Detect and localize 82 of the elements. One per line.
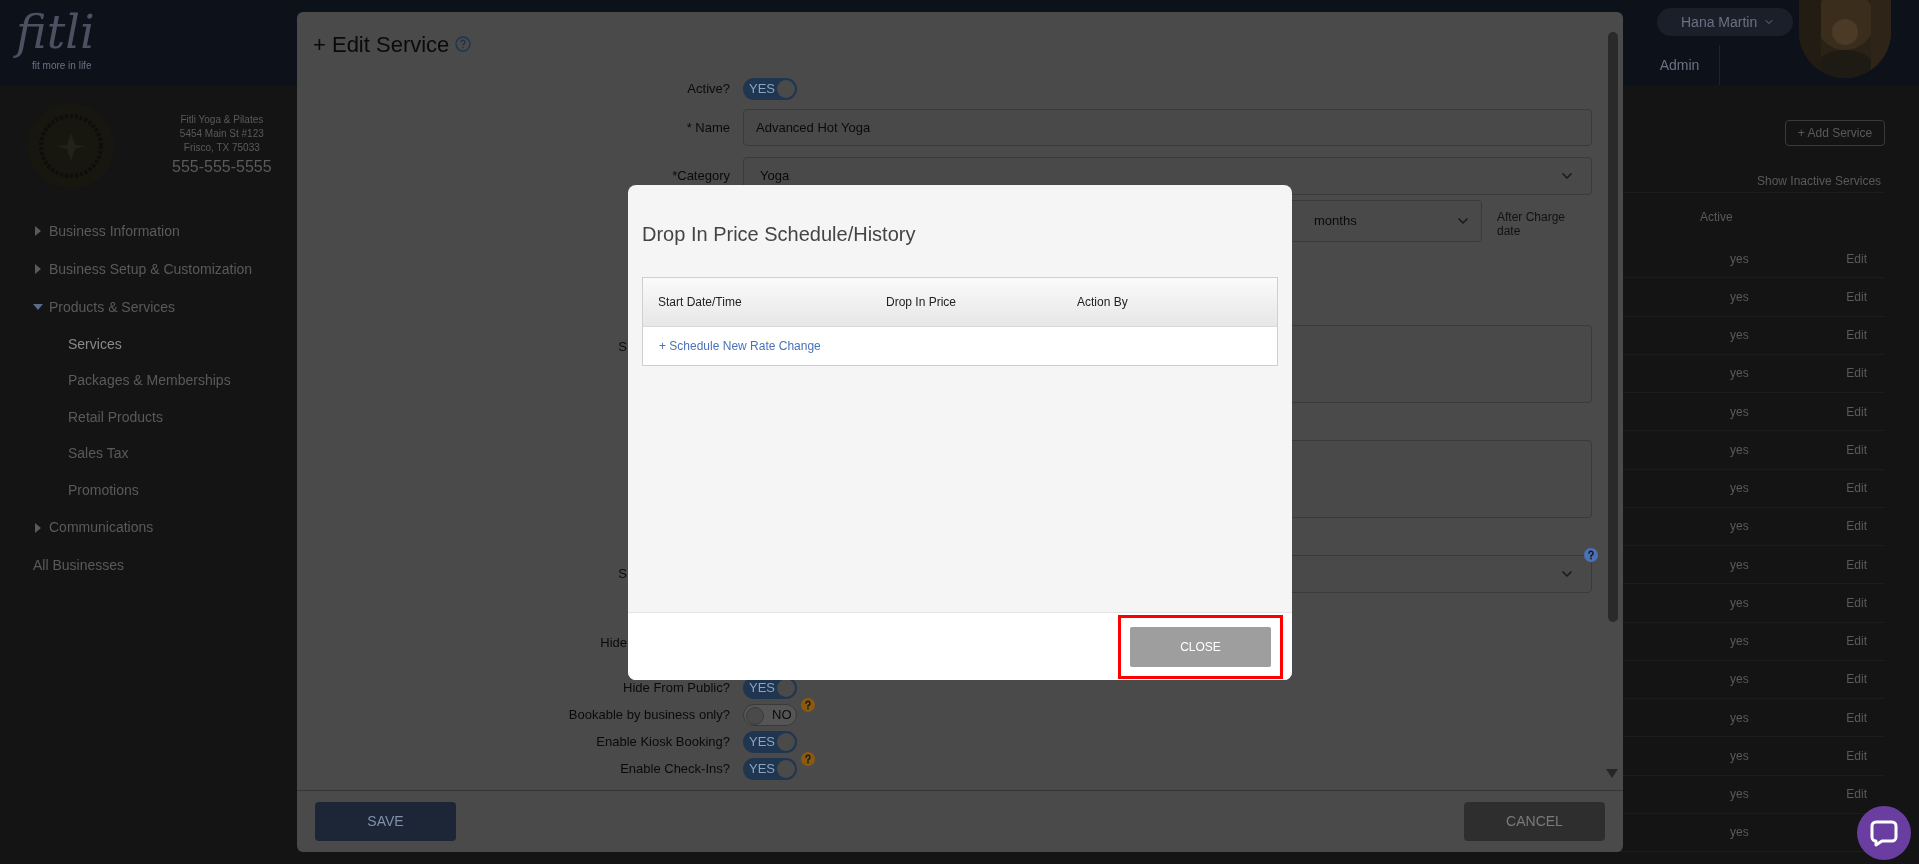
add-service-button[interactable]: + Add Service	[1785, 120, 1885, 146]
field-label: Active?	[687, 79, 730, 98]
table-cell-text: yes	[1730, 747, 1749, 765]
table-cell-text: yes	[1730, 288, 1749, 306]
column-header: Start Date/Time	[658, 294, 743, 311]
save-button[interactable]: SAVE	[315, 802, 456, 841]
field-label: S	[618, 565, 627, 584]
field-label: *Category	[672, 167, 730, 186]
toggle-switch[interactable]: YES	[743, 77, 797, 100]
table-cell-text: yes	[1730, 556, 1749, 574]
dialog-title: Drop In Price Schedule/History	[642, 222, 916, 247]
business-info: 5454 Main St #123	[179, 127, 264, 141]
edit-link[interactable]: Edit	[1846, 708, 1867, 727]
edit-link[interactable]: Edit	[1846, 364, 1867, 383]
help-icon[interactable]	[1584, 548, 1598, 562]
edit-link[interactable]: Edit	[1846, 555, 1867, 574]
edit-link[interactable]: Edit	[1846, 326, 1867, 345]
sidebar-subitem[interactable]: Retail Products	[33, 399, 253, 436]
field-label: Bookable by business only?	[568, 705, 730, 724]
business-info: Fitli Yoga & Pilates	[180, 113, 264, 127]
cancel-button[interactable]: CANCEL	[1464, 802, 1605, 841]
column-header: Active	[1700, 208, 1733, 226]
chat-bubble-icon	[1870, 819, 1898, 847]
table-cell-text: yes	[1730, 633, 1749, 651]
sidebar-item[interactable]: Communications	[49, 517, 154, 538]
toggle-switch[interactable]: YES	[743, 757, 797, 780]
table-cell-text: yes	[1730, 786, 1749, 804]
field-label: Hide	[600, 633, 627, 652]
logo-tagline: fit more in life	[31, 59, 93, 73]
edit-link[interactable]: Edit	[1846, 287, 1867, 306]
table-cell-text: yes	[1730, 441, 1749, 459]
admin-tab[interactable]: Admin	[1640, 45, 1720, 85]
panel-title: + Edit Service	[313, 30, 450, 59]
edit-link[interactable]: Edit	[1846, 746, 1867, 765]
sidebar-item[interactable]: Business Setup & Customization	[49, 258, 253, 280]
toggle-switch[interactable]: YES	[743, 730, 797, 753]
edit-link[interactable]: Edit	[1846, 249, 1867, 268]
sidebar-subitem[interactable]: Services	[33, 326, 253, 363]
column-header: Action By	[1077, 294, 1128, 311]
sidebar-subitem[interactable]: Packages & Memberships	[33, 362, 253, 399]
edit-link[interactable]: Edit	[1846, 402, 1867, 421]
table-cell-text: yes	[1730, 250, 1749, 268]
edit-link[interactable]: Edit	[1846, 785, 1867, 804]
sidebar-subitem[interactable]: Sales Tax	[33, 435, 253, 472]
field-note: After Charge date	[1497, 209, 1567, 238]
table-cell-text: yes	[1730, 480, 1749, 498]
table-cell-text: yes	[1730, 518, 1749, 536]
schedule-rate-link[interactable]: + Schedule New Rate Change	[659, 337, 821, 355]
column-header: Drop In Price	[886, 294, 958, 311]
edit-link[interactable]: Edit	[1846, 517, 1867, 536]
table-cell-text: yes	[1730, 403, 1749, 421]
field-label: Enable Check-Ins?	[620, 759, 730, 778]
business-info: Frisco, TX 75033	[183, 141, 260, 155]
table-cell-text: yes	[1730, 594, 1749, 612]
table-cell-text: yes	[1730, 824, 1749, 842]
table-cell-text: yes	[1730, 671, 1749, 689]
table-cell-text: yes	[1730, 365, 1749, 383]
scroll-down-icon[interactable]	[1606, 769, 1618, 778]
user-menu[interactable]: Hana Martin	[1657, 8, 1793, 36]
sidebar-item[interactable]: Products & Services	[49, 296, 176, 318]
field-label: Enable Kiosk Booking?	[596, 732, 730, 751]
edit-link[interactable]: Edit	[1846, 479, 1867, 498]
chat-button[interactable]	[1857, 806, 1911, 860]
toggle-switch[interactable]: NO	[743, 703, 797, 726]
edit-link[interactable]: Edit	[1846, 440, 1867, 459]
table-cell-text: yes	[1730, 327, 1749, 345]
field-label: Hide From Public?	[623, 678, 730, 697]
sidebar-subitem[interactable]: Promotions	[33, 472, 253, 509]
table-cell-text: yes	[1730, 709, 1749, 727]
sidebar-item[interactable]: Business Information	[49, 220, 180, 242]
help-icon[interactable]	[801, 751, 815, 766]
help-icon[interactable]	[801, 697, 815, 712]
field-label: * Name	[686, 118, 730, 137]
edit-link[interactable]: Edit	[1846, 670, 1867, 689]
business-info: 555-555-5555	[172, 157, 272, 177]
filter-link[interactable]: Show Inactive Services	[1757, 172, 1882, 190]
edit-link[interactable]: Edit	[1846, 593, 1867, 612]
name-input[interactable]: Advanced Hot Yoga	[743, 109, 1592, 146]
sidebar-item[interactable]: All Businesses	[33, 555, 125, 576]
edit-link[interactable]: Edit	[1846, 632, 1867, 651]
close-button[interactable]: CLOSE	[1130, 626, 1271, 667]
field-label: S	[618, 338, 627, 356]
